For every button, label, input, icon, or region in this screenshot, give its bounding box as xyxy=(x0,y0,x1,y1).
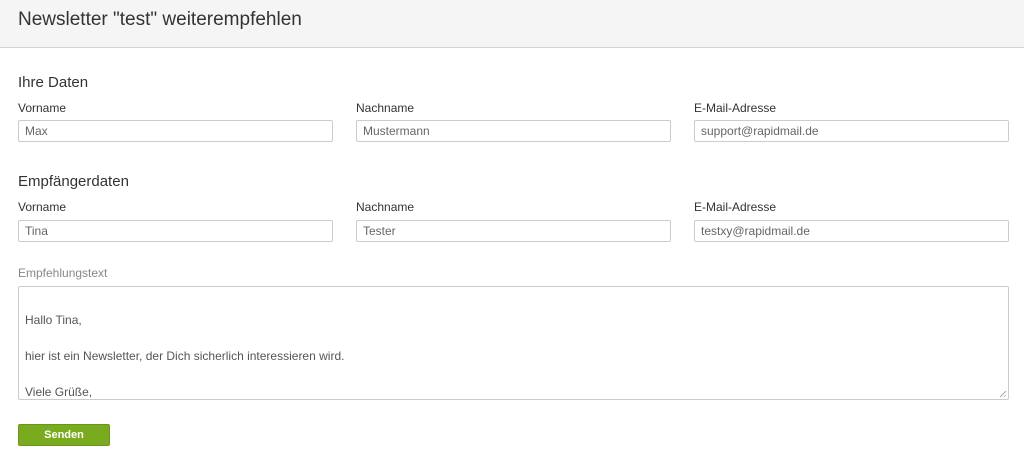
recipient-firstname-label: Vorname xyxy=(18,200,67,214)
recipient-lastname-input[interactable]: Tester xyxy=(356,220,671,242)
recipient-email-label: E-Mail-Adresse xyxy=(694,200,777,214)
sender-firstname-input[interactable]: Max xyxy=(18,120,333,142)
page-header: Newsletter "test" weiterempfehlen xyxy=(0,0,1024,48)
sender-firstname-label: Vorname xyxy=(18,101,67,115)
sender-lastname-input[interactable]: Mustermann xyxy=(356,120,671,142)
message-textarea[interactable]: Hallo Tina, hier ist ein Newsletter, der… xyxy=(18,286,1009,400)
sender-lastname-label: Nachname xyxy=(356,101,415,115)
recipient-section-title: Empfängerdaten xyxy=(18,173,129,190)
recipient-firstname-input[interactable]: Tina xyxy=(18,220,333,242)
message-label: Empfehlungstext xyxy=(18,266,108,280)
sender-section-title: Ihre Daten xyxy=(18,74,89,91)
send-button[interactable]: Senden xyxy=(18,424,110,446)
sender-email-label: E-Mail-Adresse xyxy=(694,101,777,115)
sender-email-input[interactable]: support@rapidmail.de xyxy=(694,120,1009,142)
resize-grip-icon[interactable] xyxy=(1000,391,1006,397)
recipient-lastname-label: Nachname xyxy=(356,200,415,214)
page-title: Newsletter "test" weiterempfehlen xyxy=(18,9,302,30)
recipient-email-input[interactable]: testxy@rapidmail.de xyxy=(694,220,1009,242)
message-text: Hallo Tina, hier ist ein Newsletter, der… xyxy=(25,313,345,399)
